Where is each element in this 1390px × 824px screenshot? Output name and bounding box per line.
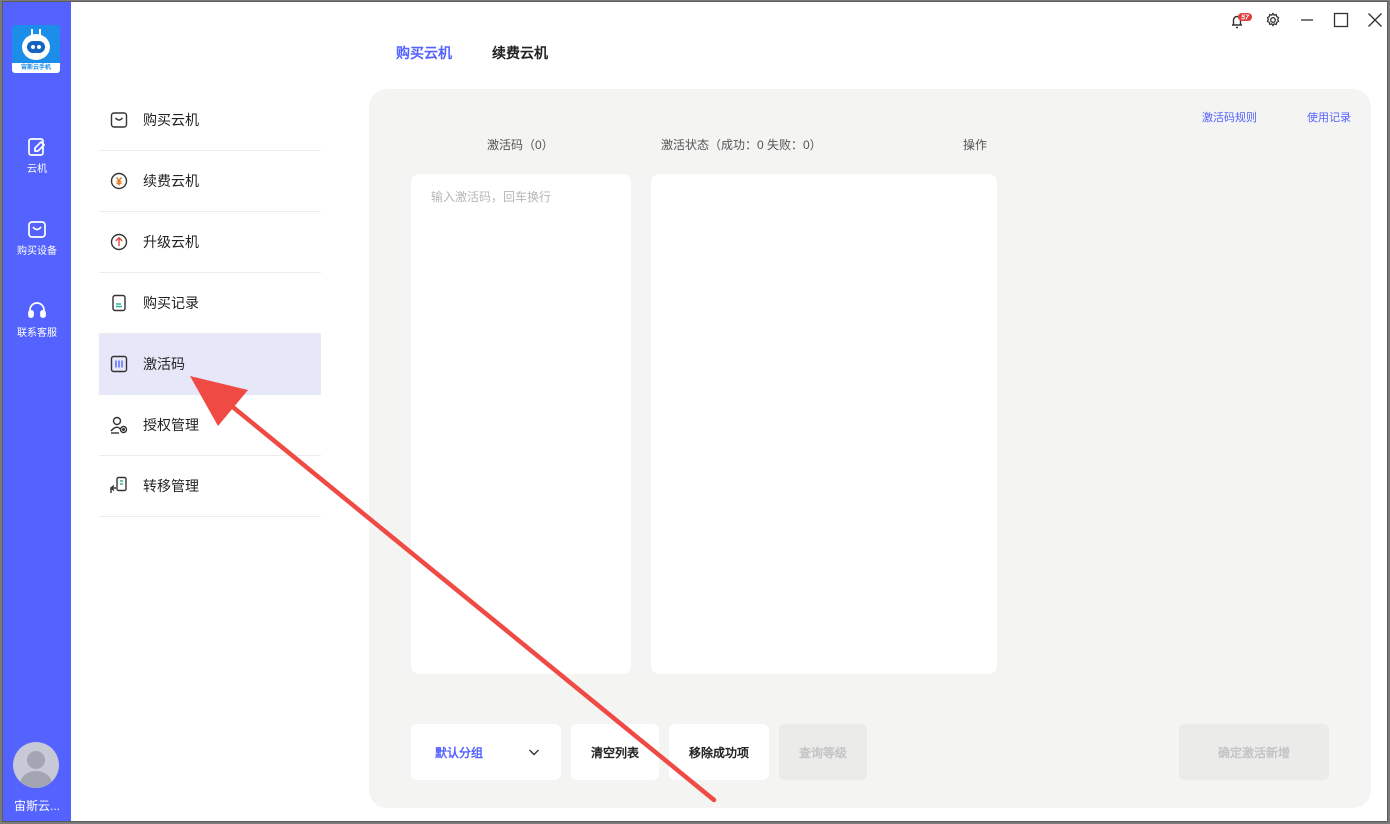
headset-icon [28, 302, 46, 318]
remove-success-button[interactable]: 移除成功项 [669, 724, 769, 780]
gear-icon [1266, 12, 1280, 27]
minimize-button[interactable] [1295, 8, 1319, 32]
shopping-bag-icon [28, 221, 46, 238]
menu-item-purchase-history[interactable]: 购买记录 [99, 273, 321, 334]
notification-count: 57 [1241, 15, 1250, 22]
user-name[interactable]: 宙斯云... [3, 797, 71, 814]
tab-buy-cloud[interactable]: 购买云机 [396, 43, 452, 63]
usage-history-link[interactable]: 使用记录 [1307, 109, 1351, 125]
close-button[interactable] [1363, 8, 1387, 32]
group-select[interactable]: 默认分组 [411, 724, 561, 780]
activation-rules-link[interactable]: 激活码规则 [1202, 109, 1257, 125]
menu-item-label: 购买记录 [143, 295, 199, 311]
activation-status-list [651, 174, 997, 674]
avatar-body [20, 771, 52, 788]
side-menu: 购买云机 续费云机 升级云机 购买记录 激活码 授权管理 转移管理 [71, 2, 349, 821]
rail-item-label: 云机 [27, 164, 47, 175]
menu-item-label: 授权管理 [143, 417, 199, 433]
confirm-activate-button[interactable]: 确定激活新增 [1179, 724, 1329, 780]
maximize-icon [1333, 12, 1349, 28]
group-select-value: 默认分组 [435, 745, 484, 760]
document-icon [109, 293, 129, 313]
cart-icon [109, 110, 129, 130]
menu-item-buy-cloud[interactable]: 购买云机 [99, 90, 321, 151]
barcode-icon [109, 354, 129, 374]
menu-item-authorization[interactable]: 授权管理 [99, 395, 321, 456]
user-auth-icon [109, 415, 129, 435]
logo-eye [31, 45, 35, 49]
transfer-icon [109, 476, 129, 496]
chevron-down-icon [529, 749, 539, 756]
menu-item-label: 升级云机 [143, 234, 199, 250]
menu-item-label: 转移管理 [143, 478, 199, 494]
column-header-action: 操作 [963, 138, 988, 152]
logo-visor [27, 41, 45, 53]
close-icon [1368, 13, 1382, 27]
activation-code-input[interactable] [411, 174, 631, 674]
column-header-code: 激活码（0） [487, 138, 554, 152]
clear-list-button[interactable]: 清空列表 [571, 724, 659, 780]
rail-item-support[interactable]: 联系客服 [3, 300, 71, 350]
settings-button[interactable] [1261, 8, 1285, 32]
main-panel: 购买云机 续费云机 激活码规则 使用记录 激活码（0） 激活状态（成功：0 失败… [349, 2, 1387, 821]
logo-text: 宙斯云手机 [12, 63, 60, 73]
yuan-coin-icon [109, 171, 129, 191]
app-logo: 宙斯云手机 [12, 25, 60, 73]
menu-item-activation-code[interactable]: 激活码 [99, 334, 321, 395]
menu-item-label: 购买云机 [143, 112, 199, 128]
left-rail: 宙斯云手机 云机 购买设备 联系客服 宙斯云... [3, 2, 71, 821]
minimize-icon [1301, 19, 1313, 21]
rail-item-buy-device[interactable]: 购买设备 [3, 218, 71, 268]
menu-item-label: 激活码 [143, 356, 185, 372]
maximize-button[interactable] [1329, 8, 1353, 32]
menu-item-transfer[interactable]: 转移管理 [99, 456, 321, 517]
avatar-head [27, 751, 45, 769]
notification-button[interactable]: 57 [1229, 8, 1253, 32]
upgrade-arrow-icon [109, 232, 129, 252]
menu-item-upgrade-cloud[interactable]: 升级云机 [99, 212, 321, 273]
rail-item-cloud-phone[interactable]: 云机 [3, 136, 71, 186]
rail-item-label: 购买设备 [17, 246, 57, 257]
menu-item-label: 续费云机 [143, 173, 199, 189]
logo-eye [37, 45, 41, 49]
tab-renew-cloud[interactable]: 续费云机 [492, 43, 548, 63]
column-header-status: 激活状态（成功：0 失败：0） [661, 138, 822, 152]
app-window: 宙斯云手机 云机 购买设备 联系客服 宙斯云... 购买云机 续费云机 升级云机… [2, 1, 1388, 822]
user-avatar[interactable] [13, 742, 59, 788]
menu-item-renew-cloud[interactable]: 续费云机 [99, 151, 321, 212]
bell-icon: 57 [1232, 13, 1252, 29]
cloud-phone-icon [28, 138, 46, 156]
query-level-button[interactable]: 查询等级 [779, 724, 867, 780]
rail-item-label: 联系客服 [17, 328, 57, 339]
